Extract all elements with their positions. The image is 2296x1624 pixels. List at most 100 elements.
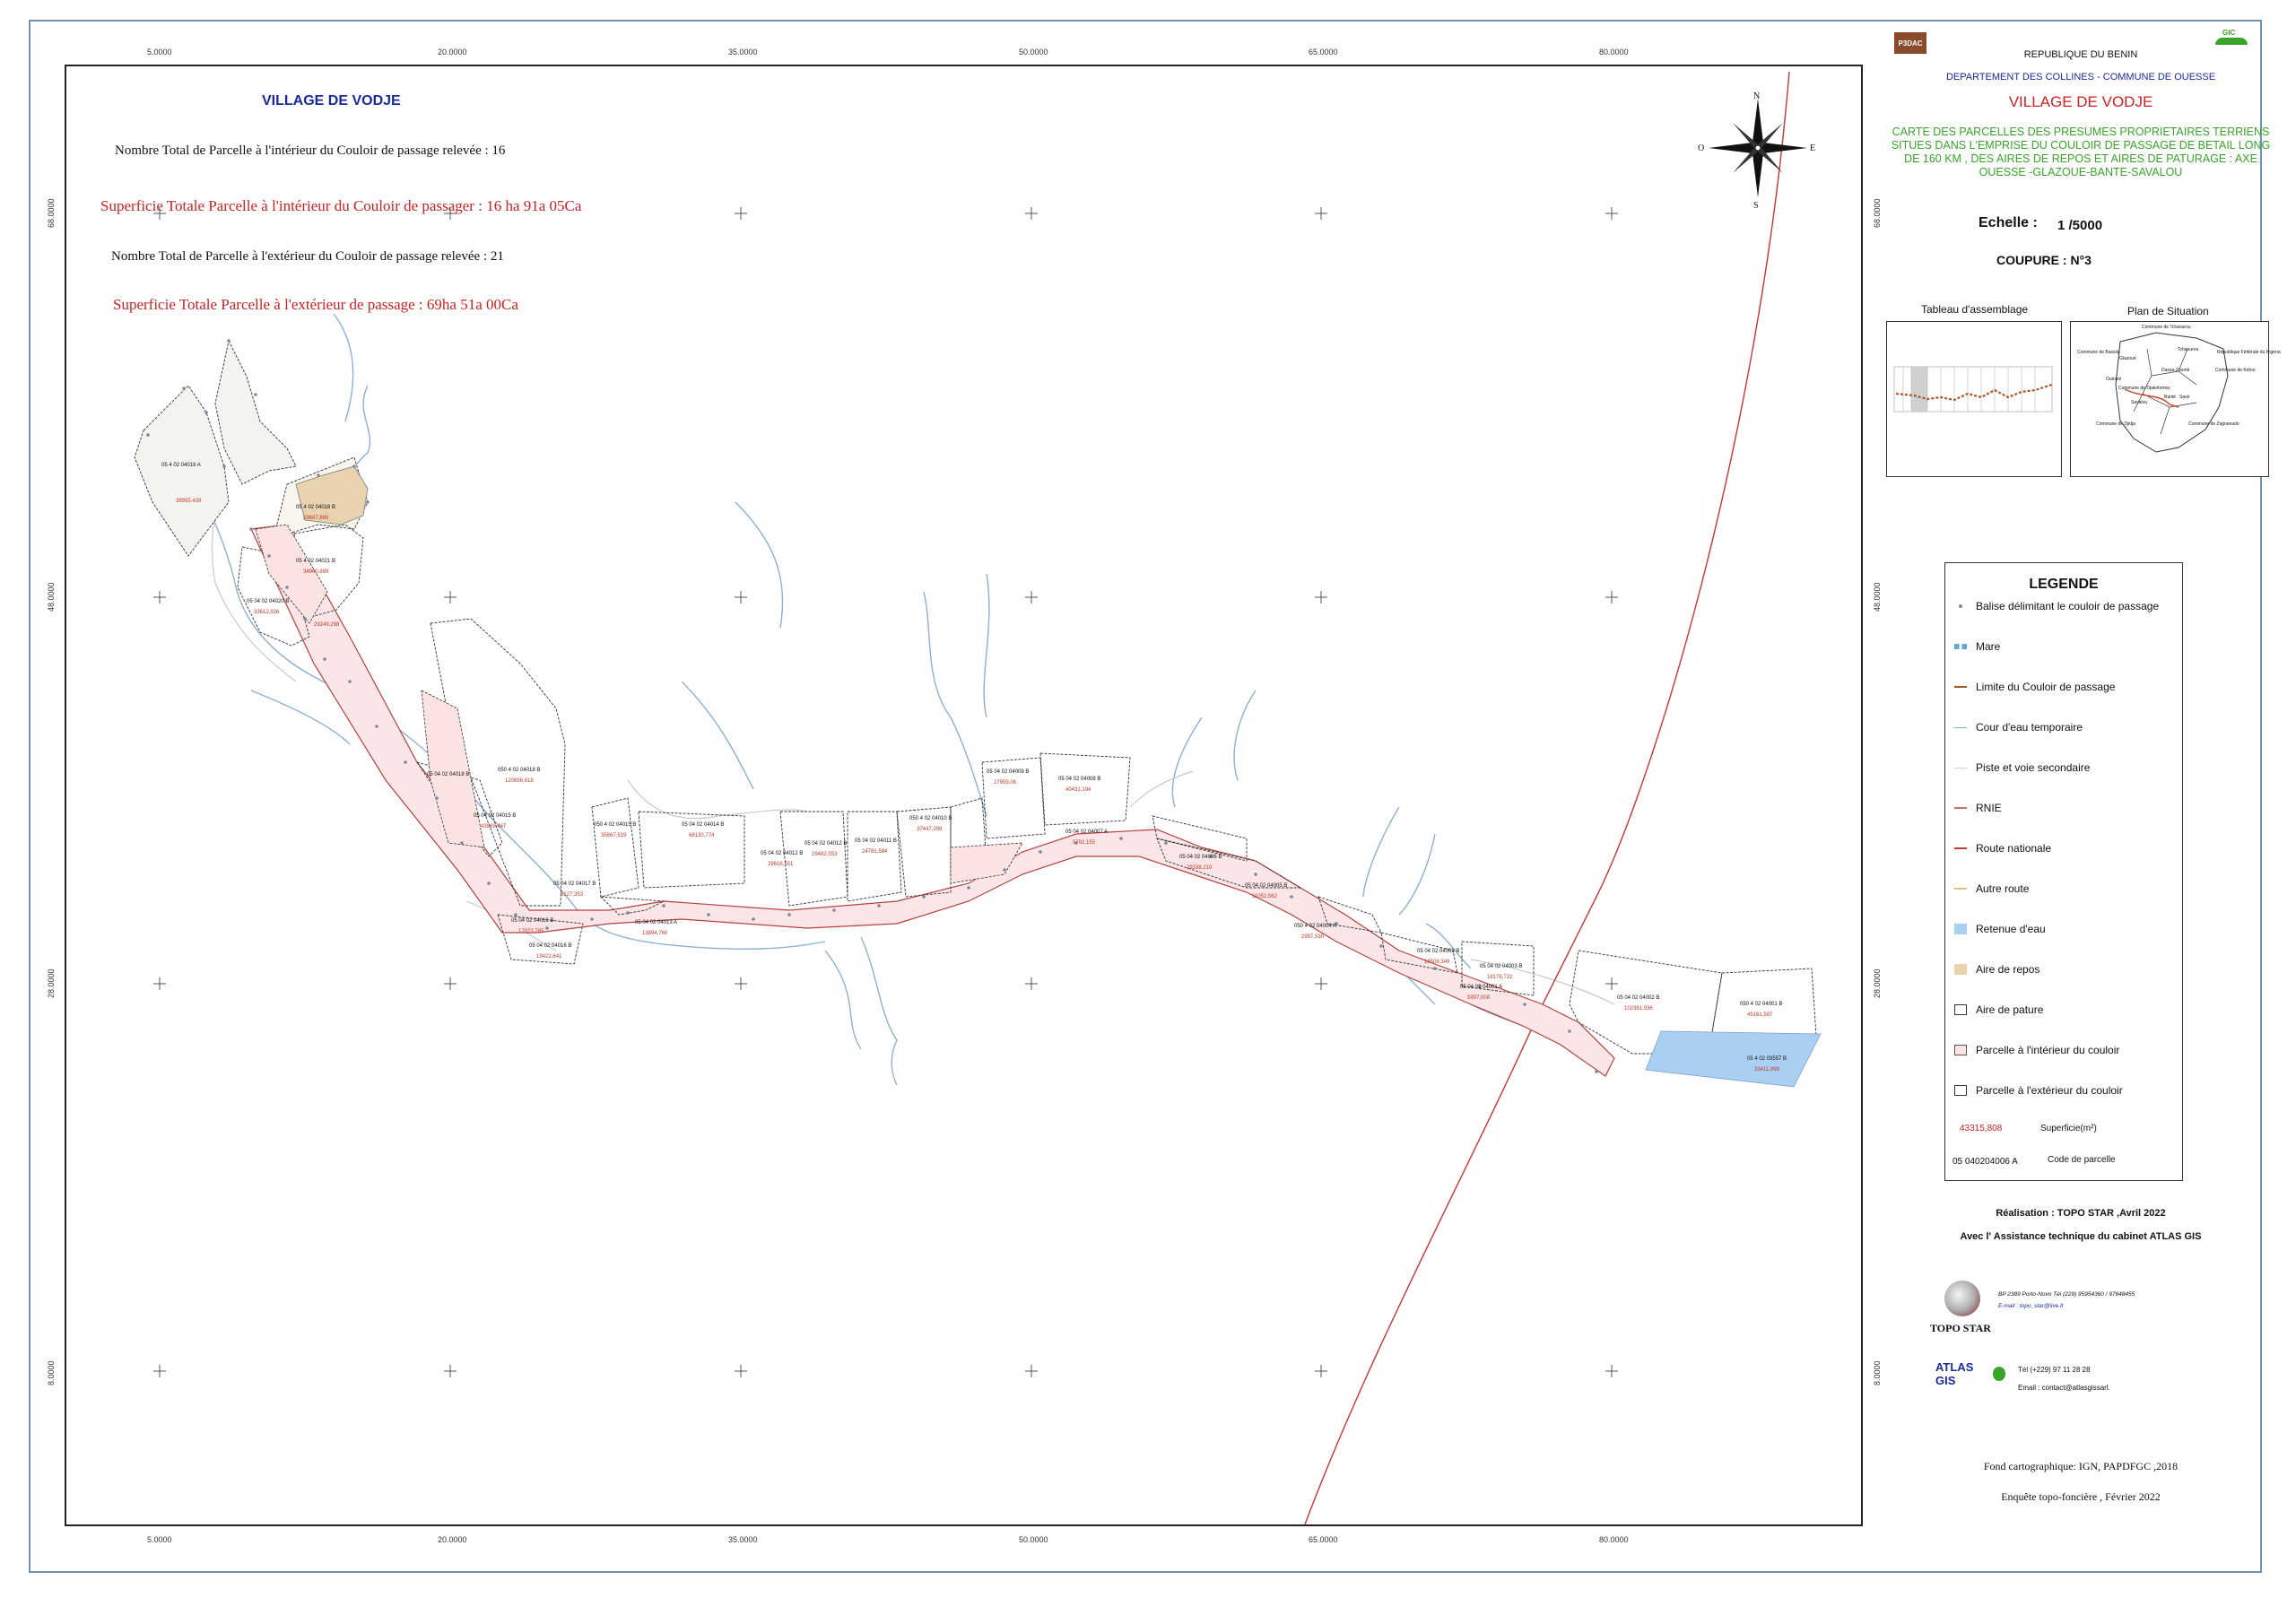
rnie-road [1304, 71, 1790, 1525]
legend-area-sample: 43315,808 [1960, 1124, 2003, 1133]
parcel-code: 05 04 02 04017 B [553, 881, 596, 887]
parcel-area: 27959,06 [994, 780, 1017, 786]
parcel-area: 102381,936 [1624, 1006, 1653, 1012]
balise-marker [182, 386, 186, 390]
parcel-area: 29482,553 [812, 852, 838, 857]
situation-label: Ouèssè [2106, 377, 2122, 382]
situation-label: Tchaourou [2178, 347, 2199, 352]
balise-marker [922, 895, 926, 899]
parcel-area: 17022,765 [518, 929, 544, 934]
x-tick-label: 20.0000 [438, 1535, 467, 1544]
parcel-area: 24781,584 [862, 849, 888, 855]
legend-item: Piste et voie secondaire [1954, 761, 2090, 774]
balise-marker [877, 904, 881, 908]
parcel-area: 120856,618 [505, 778, 534, 784]
scale-label: Echelle : [1979, 215, 2038, 230]
parcel-code: 05 04 02 04007 A [1065, 829, 1109, 835]
balise-marker [267, 554, 271, 558]
situation-label: Glazoué [2119, 356, 2136, 361]
balise-marker [317, 473, 320, 477]
legend-area-label: Superficie(m²) [2040, 1124, 2097, 1133]
parcel-code: 050 4 02 04004 A [1294, 924, 1337, 929]
gic-logo: GIC [2222, 29, 2236, 37]
parcel-code: 05 04 02 04006 B [1179, 855, 1222, 860]
x-tick-label: 20.0000 [438, 48, 467, 56]
compass-east: E [1810, 143, 1816, 153]
fond-cartographique: Fond cartographique: IGN, PAPDFGC ,2018 [1983, 1460, 2179, 1472]
parcel-area: 18176,722 [1487, 975, 1513, 980]
legend-code-label: Code de parcelle [2048, 1155, 2116, 1165]
legend-box: LEGENDE Balise délimitant le couloir de … [1944, 562, 2183, 1181]
y-tick-label: 8.0000 [47, 1360, 56, 1385]
legend-symbol [1954, 686, 1967, 688]
parcel-code: 05 04 02 04001 A [1460, 985, 1503, 990]
balise-marker [487, 881, 491, 885]
compass-south: S [1753, 201, 1759, 211]
balise-marker [1379, 944, 1383, 948]
legend-symbol [1954, 726, 1967, 728]
parcel-code: 05 4 02 04018 B [296, 505, 336, 510]
stat-superficie-interieur: Superficie Totale Parcelle à l'intérieur… [100, 197, 582, 214]
balise-marker [285, 586, 289, 589]
parcel-code: 050 4 02 04010 B [909, 816, 952, 821]
balise-marker [1523, 1003, 1526, 1006]
parcel-code: 05 04 02 04005 B [1245, 883, 1288, 889]
parcel-area: 11052,562 [1252, 894, 1277, 899]
legend-item-label: Piste et voie secondaire [1976, 761, 2091, 774]
situation-label: Commune de Bassila [2077, 350, 2120, 355]
legend-item-label: Autre route [1976, 882, 2030, 895]
atlas-email: Email : contact@atlasgissarl. [2018, 1384, 2110, 1392]
parcel-code: 050 4 02 04015 B [594, 822, 637, 828]
y-tick-label: 28.0000 [1873, 968, 1882, 998]
legend-symbol [1954, 767, 1967, 769]
balise-marker [514, 913, 517, 916]
legend-symbol [1954, 847, 1967, 849]
legend-item-label: Mare [1976, 640, 2001, 653]
situation-label: Commune de Zagnanado [2188, 421, 2239, 427]
x-tick-label: 5.0000 [147, 1535, 172, 1544]
legend-symbol [1954, 924, 1967, 934]
panel-village-title: VILLAGE DE VODJE [2008, 93, 2153, 110]
situation-label: Savalou [2131, 400, 2148, 405]
y-tick-label: 68.0000 [1873, 198, 1882, 228]
parcels-outside [134, 339, 1817, 1055]
x-tick-label: 80.0000 [1599, 1535, 1629, 1544]
balise-marker [146, 433, 150, 437]
parcel-area: 33612,926 [254, 610, 280, 615]
balise-marker [249, 527, 253, 531]
situation-label: Dassa-Zoumè [2161, 368, 2190, 373]
balise-marker [707, 913, 710, 916]
balise-marker [227, 339, 230, 343]
legend-code-sample: 05 040204006 A [1952, 1157, 2018, 1167]
legend-item-label: Limite du Couloir de passage [1976, 681, 2116, 693]
legend-item: Cour d'eau temporaire [1954, 721, 2083, 734]
parcel-area: 29249,298 [314, 622, 340, 628]
parcel-area: 68130,774 [689, 833, 715, 838]
parcel-code: 05 04 02 04020 B [247, 599, 290, 604]
parcel-area: 40431,194 [1065, 787, 1091, 793]
legend-item: Retenue d'eau [1954, 923, 2046, 935]
y-tick-label: 48.0000 [1873, 582, 1882, 612]
balise-marker [1164, 841, 1168, 845]
assemblage-map [1893, 366, 2053, 413]
balise-marker [967, 886, 970, 890]
legend-item: Autre route [1954, 882, 2029, 895]
x-tick-label: 35.0000 [728, 1535, 758, 1544]
balise-marker [375, 725, 378, 728]
parcel-area: 37447,298 [917, 827, 943, 832]
parcel-area: 2957,530 [1301, 934, 1325, 940]
balise-marker [787, 913, 791, 916]
y-tick-label: 28.0000 [47, 968, 56, 998]
balise-marker [1039, 850, 1042, 854]
parcel-code: 05 04 02 04012 B [761, 851, 804, 856]
parcel-code: 05 04 02 04015 B [474, 813, 517, 819]
legend-symbol [1954, 1085, 1967, 1096]
x-tick-label: 65.0000 [1309, 1535, 1338, 1544]
balise-marker [1433, 967, 1437, 970]
balise-marker [1254, 873, 1257, 876]
balise-marker [352, 465, 356, 468]
balise-marker [662, 904, 665, 908]
stat-nb-exterieur: Nombre Total de Parcelle à l'extérieur d… [111, 249, 504, 264]
legend-title: LEGENDE [2029, 577, 2099, 592]
parcel-code: 050 4 02 04001 B [1740, 1002, 1783, 1007]
